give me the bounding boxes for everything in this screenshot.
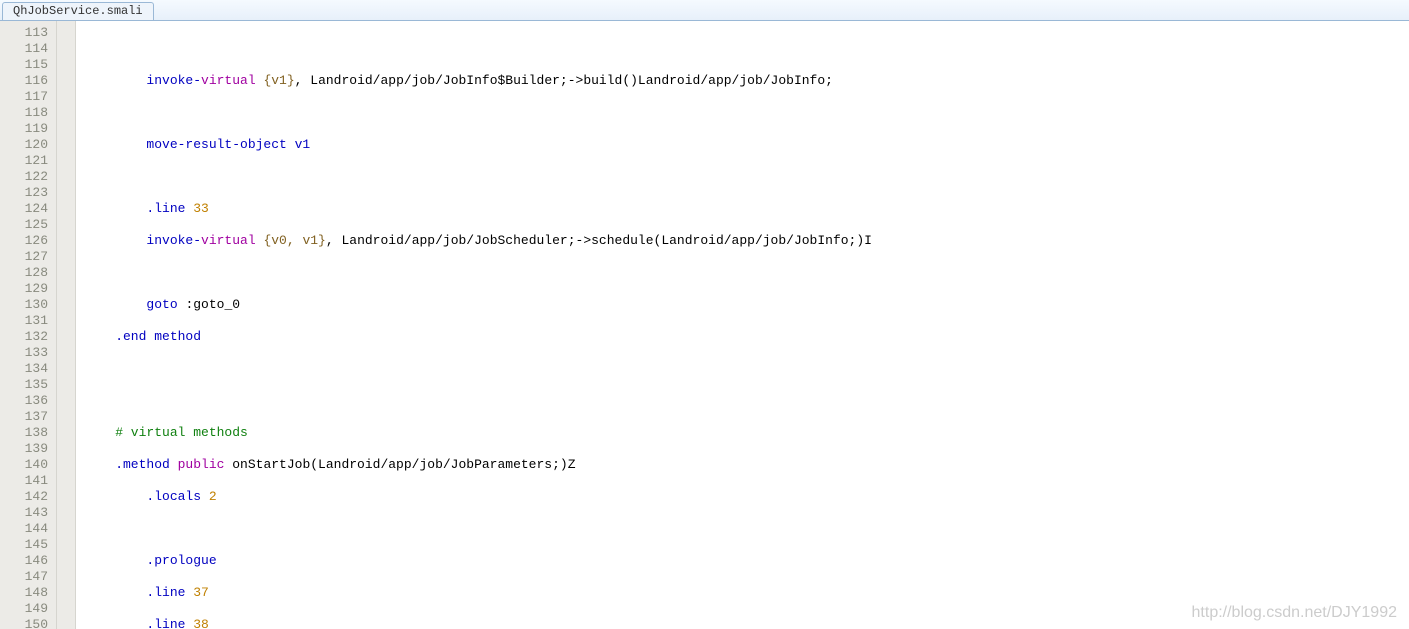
line-number: 143 bbox=[8, 505, 48, 521]
line-number: 139 bbox=[8, 441, 48, 457]
line-number-gutter: 1131141151161171181191201211221231241251… bbox=[0, 21, 57, 629]
line-number: 142 bbox=[8, 489, 48, 505]
line-number: 150 bbox=[8, 617, 48, 629]
line-number: 147 bbox=[8, 569, 48, 585]
code-editor[interactable]: 1131141151161171181191201211221231241251… bbox=[0, 21, 1409, 629]
line-number: 124 bbox=[8, 201, 48, 217]
line-number: 125 bbox=[8, 217, 48, 233]
line-number: 132 bbox=[8, 329, 48, 345]
line-number: 140 bbox=[8, 457, 48, 473]
directive: .method bbox=[84, 457, 178, 472]
line-number: 148 bbox=[8, 585, 48, 601]
line-number: 138 bbox=[8, 425, 48, 441]
directive: .end method bbox=[84, 329, 201, 344]
line-number: 133 bbox=[8, 345, 48, 361]
number: 33 bbox=[193, 201, 209, 216]
line-number: 120 bbox=[8, 137, 48, 153]
keyword: goto bbox=[146, 297, 185, 312]
line-number: 126 bbox=[8, 233, 48, 249]
line-number: 113 bbox=[8, 25, 48, 41]
modifier: virtual bbox=[201, 73, 263, 88]
line-number: 146 bbox=[8, 553, 48, 569]
number: 37 bbox=[193, 585, 209, 600]
directive: .line bbox=[84, 201, 193, 216]
line-number: 135 bbox=[8, 377, 48, 393]
fold-gutter bbox=[57, 21, 76, 629]
line-number: 145 bbox=[8, 537, 48, 553]
line-number: 128 bbox=[8, 265, 48, 281]
keyword: invoke- bbox=[84, 233, 201, 248]
directive: .locals bbox=[84, 489, 209, 504]
tab-bar: QhJobService.smali bbox=[0, 0, 1409, 21]
register: {v1} bbox=[263, 73, 294, 88]
line-number: 134 bbox=[8, 361, 48, 377]
code-text: move-result-object v1 bbox=[84, 137, 310, 152]
file-tab[interactable]: QhJobService.smali bbox=[2, 2, 154, 20]
number: 38 bbox=[193, 617, 209, 629]
code-area[interactable]: invoke-virtual {v1}, Landroid/app/job/Jo… bbox=[76, 21, 1409, 629]
modifier: virtual bbox=[201, 233, 263, 248]
label: :goto_0 bbox=[185, 297, 240, 312]
directive: .line bbox=[84, 617, 193, 629]
line-number: 118 bbox=[8, 105, 48, 121]
line-number: 130 bbox=[8, 297, 48, 313]
line-number: 144 bbox=[8, 521, 48, 537]
line-number: 117 bbox=[8, 89, 48, 105]
directive: .line bbox=[84, 585, 193, 600]
line-number: 129 bbox=[8, 281, 48, 297]
line-number: 119 bbox=[8, 121, 48, 137]
register: {v0, v1} bbox=[263, 233, 325, 248]
line-number: 141 bbox=[8, 473, 48, 489]
line-number: 149 bbox=[8, 601, 48, 617]
keyword: invoke- bbox=[84, 73, 201, 88]
line-number: 115 bbox=[8, 57, 48, 73]
line-number: 131 bbox=[8, 313, 48, 329]
line-number: 114 bbox=[8, 41, 48, 57]
line-number: 123 bbox=[8, 185, 48, 201]
line-number: 122 bbox=[8, 169, 48, 185]
code-text: , Landroid/app/job/JobInfo$Builder;->bui… bbox=[295, 73, 833, 88]
directive: .prologue bbox=[84, 553, 217, 568]
comment: # virtual methods bbox=[84, 425, 248, 440]
line-number: 136 bbox=[8, 393, 48, 409]
line-number: 137 bbox=[8, 409, 48, 425]
line-number: 116 bbox=[8, 73, 48, 89]
line-number: 127 bbox=[8, 249, 48, 265]
indent bbox=[84, 297, 146, 312]
method-sig: onStartJob(Landroid/app/job/JobParameter… bbox=[232, 457, 575, 472]
line-number: 121 bbox=[8, 153, 48, 169]
code-text: , Landroid/app/job/JobScheduler;->schedu… bbox=[326, 233, 872, 248]
modifier: public bbox=[178, 457, 233, 472]
number: 2 bbox=[209, 489, 217, 504]
